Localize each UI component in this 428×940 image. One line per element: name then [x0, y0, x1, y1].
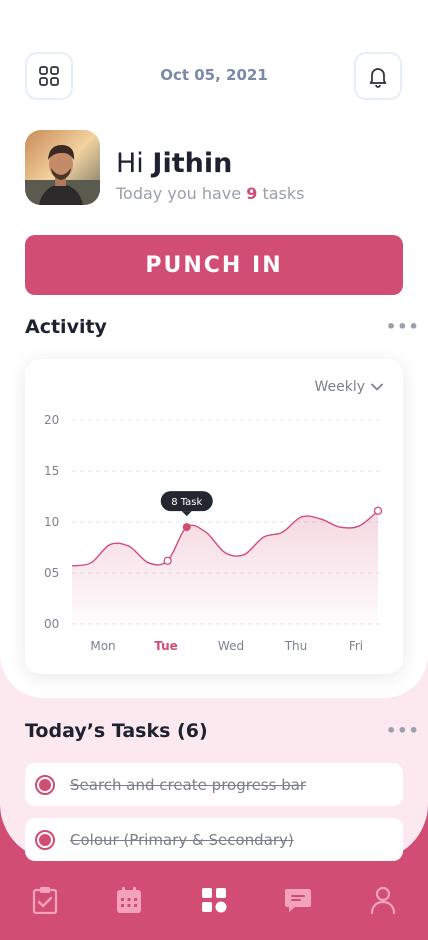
- nav-profile[interactable]: [363, 880, 403, 920]
- task-count: 9: [246, 184, 258, 203]
- y-tick-label: 00: [44, 617, 59, 631]
- tasks-more-button[interactable]: •••: [386, 721, 420, 740]
- nav-messages[interactable]: [278, 880, 318, 920]
- y-tick-label: 15: [44, 464, 59, 478]
- activity-chart: 8 Task 20 15 10 05 00 Mon Tue Wed Thu Fri: [44, 413, 383, 653]
- task-label: Search and create progress bar: [70, 775, 307, 794]
- activity-area: [72, 510, 378, 624]
- nav-calendar[interactable]: [109, 880, 149, 920]
- task-checkbox[interactable]: [35, 829, 55, 850]
- data-point[interactable]: [373, 506, 383, 515]
- activity-chart-card: 8 Task 20 15 10 05 00 Mon Tue Wed Thu Fri Weekly: [25, 359, 403, 674]
- x-tick-label: Fri: [349, 639, 363, 653]
- data-point-selected[interactable]: [182, 523, 191, 532]
- chevron-down-icon: [371, 383, 383, 391]
- profile-icon: [370, 886, 396, 914]
- task-summary-prefix: Today you have: [116, 184, 242, 203]
- x-tick-label: Mon: [90, 639, 115, 653]
- task-checkbox[interactable]: [35, 774, 55, 795]
- bell-icon: [369, 68, 387, 88]
- y-tick-label: 05: [44, 566, 59, 580]
- greeting: Hi Jithin: [116, 148, 232, 179]
- dashboard-icon: [202, 888, 227, 913]
- activity-title: Activity: [25, 316, 107, 338]
- period-dropdown-label: Weekly: [314, 379, 365, 395]
- avatar-photo: [25, 130, 100, 205]
- tasks-title: Today’s Tasks (6): [25, 720, 208, 742]
- period-dropdown[interactable]: Weekly: [314, 379, 383, 395]
- greeting-word: Hi: [116, 148, 144, 179]
- punch-in-button[interactable]: PUNCH IN: [25, 235, 403, 295]
- activity-more-button[interactable]: •••: [386, 317, 420, 336]
- chat-icon: [285, 889, 311, 912]
- task-item[interactable]: Colour (Primary & Secondary): [25, 818, 403, 861]
- x-tick-label: Thu: [284, 639, 308, 653]
- clipboard-check-icon: [32, 887, 58, 914]
- notification-button[interactable]: [354, 52, 402, 100]
- task-label: Colour (Primary & Secondary): [70, 830, 294, 849]
- x-tick-label: Wed: [218, 639, 244, 653]
- y-tick-label: 10: [44, 515, 59, 529]
- data-point[interactable]: [163, 556, 172, 565]
- chart-tooltip: 8 Task: [160, 491, 213, 517]
- calendar-icon: [117, 887, 141, 913]
- tooltip-label: 8 Task: [171, 497, 202, 508]
- y-tick-label: 20: [44, 413, 59, 427]
- user-name: Jithin: [152, 148, 233, 179]
- avatar[interactable]: [25, 130, 100, 205]
- task-summary: Today you have 9 tasks: [116, 184, 304, 203]
- nav-dashboard[interactable]: [194, 880, 234, 920]
- task-summary-suffix: tasks: [262, 184, 305, 203]
- nav-tasks[interactable]: [25, 880, 65, 920]
- x-tick-label: Tue: [154, 639, 178, 653]
- task-item[interactable]: Search and create progress bar: [25, 763, 403, 806]
